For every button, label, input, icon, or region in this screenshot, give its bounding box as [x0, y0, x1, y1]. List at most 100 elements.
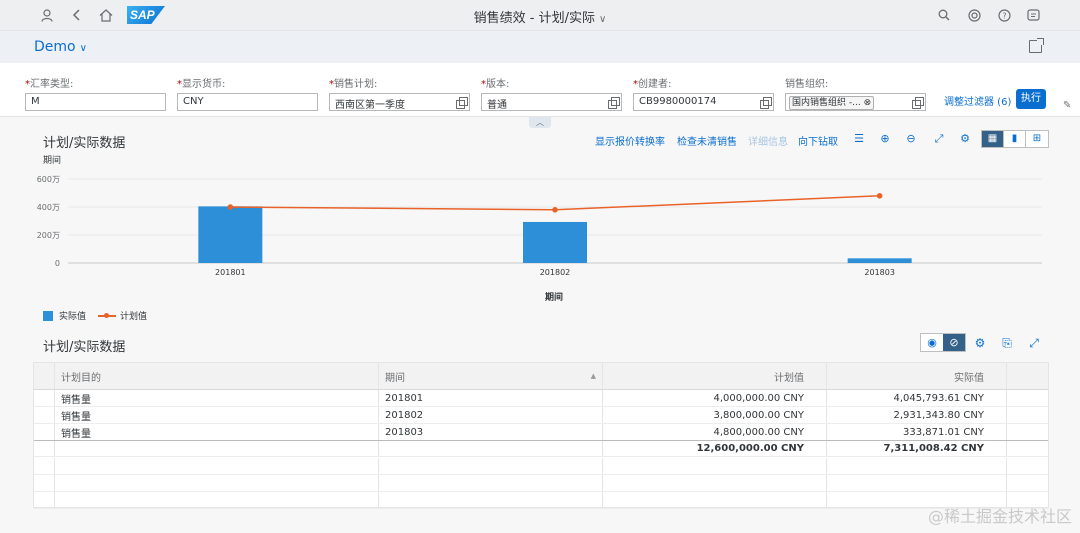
zoom-out-icon[interactable]: ⊖	[903, 131, 919, 147]
zoom-in-icon[interactable]: ⊕	[877, 131, 893, 147]
details-link[interactable]: 详细信息	[748, 133, 788, 148]
legend-actual-label: 实际值	[59, 312, 87, 322]
y-tick-label: 0	[55, 259, 60, 268]
table-view-icon[interactable]: ⊞	[1026, 131, 1048, 147]
app-title: 销售绩效 - 计划/实际	[473, 11, 595, 26]
empty-row	[34, 475, 1048, 492]
chart-subtitle: 期间	[43, 154, 61, 166]
data-table: 计划目的 期间 ▲ 计划值 实际值 销售量 201801 4,000,000.00…	[33, 362, 1049, 509]
value-help-icon[interactable]	[912, 97, 924, 109]
collapse-header-button[interactable]: ︿	[529, 117, 551, 128]
share-icon[interactable]	[1029, 38, 1044, 53]
table-title: 计划/实际数据	[43, 340, 126, 355]
variant-selector[interactable]: Demo ∨	[34, 39, 87, 55]
personalize-icon[interactable]: ⚙	[957, 131, 973, 147]
chart-table-view-icon[interactable]: ▦	[982, 131, 1004, 147]
empty-row	[34, 492, 1048, 509]
field-label: *显示货币:	[177, 79, 226, 90]
visibility-toggle: ◉ ⊘	[920, 333, 966, 352]
show-quote-conversion-link[interactable]: 显示报价转换率	[595, 133, 665, 148]
filter-exchange-rate-type: *汇率类型: M	[25, 75, 166, 111]
table-row[interactable]: 销售量 201802 3,800,000.00 CNY 2,931,343.80…	[34, 407, 1048, 424]
chart-view-icon[interactable]: ▮	[1004, 131, 1026, 147]
legend-actual-swatch	[43, 310, 53, 321]
eye-icon[interactable]: ◉	[921, 334, 943, 351]
bar-actual	[198, 206, 263, 263]
created-by-input[interactable]: CB9980000174	[633, 93, 774, 111]
point-plan	[227, 204, 234, 210]
table-row[interactable]: 销售量 201803 4,800,000.00 CNY 333,871.01 C…	[34, 424, 1048, 441]
hide-icon[interactable]: ⊘	[943, 334, 965, 351]
value-help-icon[interactable]	[760, 97, 772, 109]
sales-org-token[interactable]: 国内销售组织 -... ⊗	[789, 96, 875, 110]
copilot-icon[interactable]	[1024, 6, 1042, 24]
field-label: *汇率类型:	[25, 79, 74, 90]
cell-period: 201802	[379, 407, 603, 423]
value-help-icon[interactable]	[456, 97, 468, 109]
token-remove-icon[interactable]: ⊗	[864, 98, 872, 108]
go-button[interactable]: 执行	[1016, 89, 1046, 109]
display-currency-input[interactable]: CNY	[177, 93, 318, 111]
totals-row: 12,600,000.00 CNY 7,311,008.42 CNY	[34, 440, 1048, 457]
filter-bar: *汇率类型: M *显示货币: CNY *销售计划: 西南区第一季度 *版本: …	[0, 63, 1080, 117]
chart-area: 期间 0 200万 400万 600万 201801 201802 201803 期间	[37, 154, 1042, 303]
adapt-filters-button[interactable]: 调整过滤器 (6)	[944, 93, 1011, 108]
y-tick-label: 400万	[37, 203, 60, 212]
y-tick-label: 600万	[37, 175, 60, 184]
bar-actual	[847, 258, 912, 263]
filter-display-currency: *显示货币: CNY	[177, 75, 318, 111]
column-header-plan[interactable]: 计划值	[603, 363, 827, 389]
sales-plan-input[interactable]: 西南区第一季度	[329, 93, 470, 111]
cell-actual: 333,871.01 CNY	[827, 424, 1007, 440]
check-open-sales-link[interactable]: 检查未清销售	[677, 133, 737, 148]
sales-org-input[interactable]: 国内销售组织 -... ⊗	[785, 93, 926, 111]
search-icon[interactable]	[935, 6, 953, 24]
chevron-down-icon: ∨	[599, 14, 607, 25]
cell-period: 201803	[379, 424, 603, 440]
column-header-actual[interactable]: 实际值	[827, 363, 1007, 389]
export-icon[interactable]: ⎘	[999, 335, 1015, 351]
cell-period: 201801	[379, 390, 603, 406]
bar-actual	[523, 221, 587, 263]
notifications-icon[interactable]	[965, 6, 983, 24]
total-actual: 7,311,008.42 CNY	[827, 441, 1007, 456]
chart-title: 计划/实际数据	[43, 136, 126, 151]
row-selector[interactable]	[34, 407, 55, 423]
app-title-menu[interactable]: 销售绩效 - 计划/实际 ∨	[0, 7, 1080, 26]
version-input[interactable]: 普通	[481, 93, 622, 111]
table-row[interactable]: 销售量 201801 4,000,000.00 CNY 4,045,793.61…	[34, 390, 1048, 407]
drill-down-link[interactable]: 向下钻取	[798, 133, 838, 148]
filter-sales-plan: *销售计划: 西南区第一季度	[329, 75, 470, 111]
fullscreen-icon[interactable]: ⤢	[1026, 335, 1042, 351]
variant-name: Demo	[34, 39, 76, 55]
legend-plan-swatch	[98, 312, 117, 318]
exchange-rate-type-input[interactable]: M	[25, 93, 166, 111]
column-header-purpose[interactable]: 计划目的	[55, 363, 379, 389]
row-selector[interactable]	[34, 390, 55, 406]
settings-icon[interactable]: ⚙	[972, 335, 988, 351]
selection-column-header[interactable]	[34, 363, 55, 389]
watermark: @稀土掘金技术社区	[927, 507, 1072, 526]
filter-created-by: *创建者: CB9980000174	[633, 75, 774, 111]
view-switch: ▦ ▮ ⊞	[981, 130, 1049, 148]
x-tick-label: 201802	[540, 268, 571, 277]
cell-purpose: 销售量	[55, 390, 379, 406]
page-header: Demo ∨	[0, 31, 1080, 63]
cell-actual: 2,931,343.80 CNY	[827, 407, 1007, 423]
cell-plan: 4,000,000.00 CNY	[603, 390, 827, 406]
x-tick-label: 201801	[215, 268, 246, 277]
help-icon[interactable]: ?	[995, 6, 1013, 24]
shell-bar: SAP 销售绩效 - 计划/实际 ∨ ?	[0, 0, 1080, 31]
legend-icon[interactable]: ☰	[851, 131, 867, 147]
empty-row	[34, 458, 1048, 475]
pin-icon[interactable]: ✎	[1063, 100, 1071, 111]
column-header-period[interactable]: 期间 ▲	[379, 363, 603, 389]
filter-sales-org: 销售组织: 国内销售组织 -... ⊗	[785, 75, 926, 111]
value-help-icon[interactable]	[608, 97, 620, 109]
cell-actual: 4,045,793.61 CNY	[827, 390, 1007, 406]
cell-purpose: 销售量	[55, 407, 379, 423]
row-selector[interactable]	[34, 424, 55, 440]
point-plan	[552, 207, 558, 213]
fullscreen-icon[interactable]: ⤢	[931, 131, 947, 147]
chevron-down-icon: ∨	[79, 43, 87, 54]
